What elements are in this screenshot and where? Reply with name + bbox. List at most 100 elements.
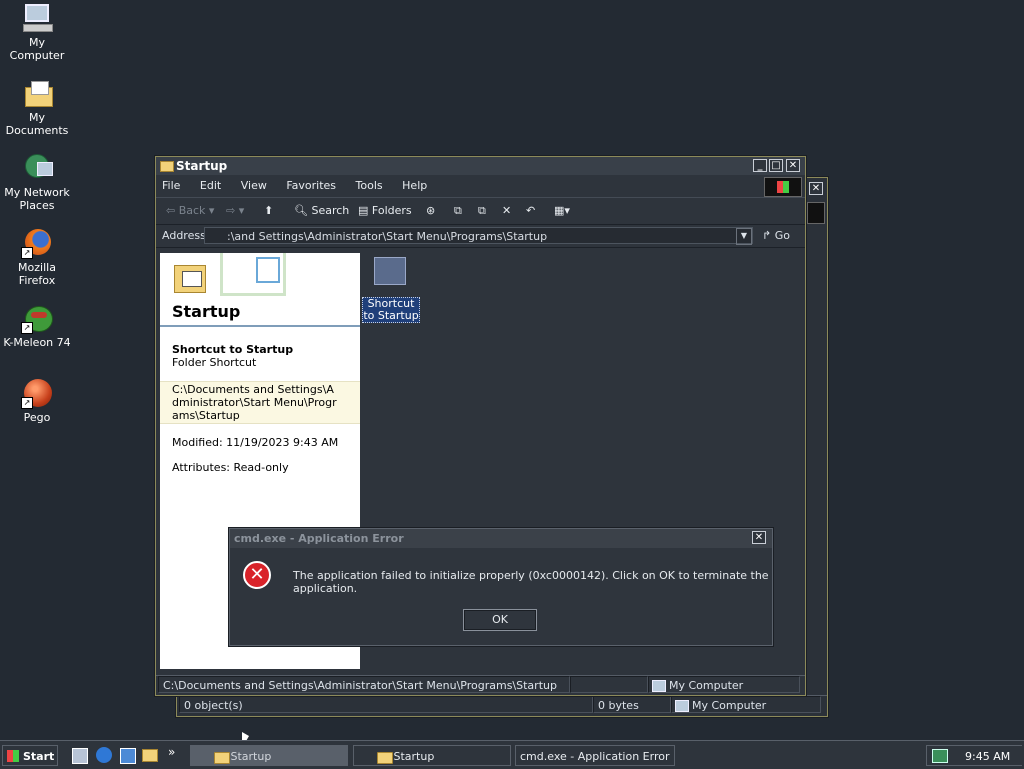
close-icon[interactable]: ✕: [809, 182, 823, 195]
desktop-icon-label: K-Meleon 74: [3, 336, 71, 349]
desktop-icon-label: My Documents: [5, 111, 69, 137]
network-globe-icon: [21, 152, 53, 184]
show-desktop-icon[interactable]: [72, 748, 88, 764]
task-label: Startup: [393, 750, 435, 763]
desktop-icon-label: My Computer: [9, 36, 65, 62]
status-empty: [570, 676, 648, 693]
error-message: The application failed to initialize pro…: [293, 569, 769, 595]
selected-item-modified: Modified: 11/19/2023 9:43 AM: [172, 436, 339, 449]
internet-explorer-icon[interactable]: [96, 747, 112, 763]
dialog-title: cmd.exe - Application Error: [234, 532, 404, 545]
status-bar: C:\Documents and Settings\Administrator\…: [156, 675, 805, 694]
desktop-icon-my-documents[interactable]: My Documents: [0, 77, 74, 137]
system-tray: 9:45 AM: [926, 745, 1022, 766]
maximize-button[interactable]: □: [769, 159, 783, 172]
taskbar-button-startup-active[interactable]: Startup: [190, 745, 348, 766]
windows-logo-icon: [807, 202, 825, 224]
folder-icon: [214, 752, 230, 764]
taskbar-button-cmd-error[interactable]: cmd.exe - Application Error: [515, 745, 675, 766]
chevron-more-icon[interactable]: »: [168, 745, 175, 759]
menu-help[interactable]: Help: [402, 175, 427, 197]
folders-button[interactable]: ▤ Folders: [358, 198, 412, 224]
computer-icon: [675, 700, 689, 712]
search-icon: 🔍︎: [294, 204, 308, 217]
toolbar: ⇦ Back ▾ ⇨ ▾ ⬆ 🔍︎ Search ▤ Folders ⊛ ⧉ ⧉…: [156, 197, 805, 225]
desktop-icon-firefox[interactable]: ↗ Mozilla Firefox: [0, 227, 74, 287]
menu-favorites[interactable]: Favorites: [286, 175, 336, 197]
menu-view[interactable]: View: [241, 175, 267, 197]
folders-icon: ▤: [358, 204, 369, 217]
delete-icon[interactable]: ✕: [502, 198, 511, 224]
explorer-title-bar[interactable]: Startup _ □ ✕: [156, 157, 805, 175]
file-item-label: Shortcut to Startup: [362, 297, 420, 323]
address-input[interactable]: :\and Settings\Administrator\Start Menu\…: [204, 227, 753, 244]
menu-edit[interactable]: Edit: [200, 175, 221, 197]
desktop-icon-label: Pego: [23, 411, 51, 424]
status-zone: My Computer: [671, 696, 821, 713]
desktop-icon-k-meleon[interactable]: ↗ K-Meleon 74: [0, 302, 74, 349]
forward-button[interactable]: ⇨ ▾: [226, 198, 244, 224]
pego-icon: ↗: [21, 377, 53, 409]
minimize-button[interactable]: _: [753, 159, 767, 172]
back-button[interactable]: ⇦ Back ▾: [166, 198, 214, 224]
selected-item-attributes: Attributes: Read-only: [172, 461, 289, 474]
start-button[interactable]: Start: [2, 745, 58, 766]
search-button[interactable]: 🔍︎ Search: [294, 198, 349, 224]
taskbar: Start » Startup Startup cmd.exe - Applic…: [0, 740, 1024, 769]
status-zone-label: My Computer: [692, 699, 767, 712]
computer-icon: [652, 680, 666, 692]
folder-icon: [377, 752, 393, 764]
chevron-down-icon[interactable]: ▼: [736, 228, 752, 245]
firefox-icon: ↗: [21, 227, 53, 259]
undo-icon[interactable]: ↶: [526, 198, 535, 224]
outlook-express-icon[interactable]: [120, 748, 136, 764]
desktop-icon-my-computer[interactable]: My Computer: [0, 2, 74, 62]
folder-shortcut-icon: [374, 257, 406, 285]
menu-file[interactable]: File: [162, 175, 180, 197]
address-bar: Address :\and Settings\Administrator\Sta…: [156, 225, 805, 248]
window-title: Startup: [176, 159, 228, 173]
move-to-icon[interactable]: ⧉: [454, 198, 462, 224]
dialog-title-bar[interactable]: cmd.exe - Application Error ✕: [230, 529, 772, 548]
desktop-icon-pego[interactable]: ↗ Pego: [0, 377, 74, 424]
ok-button[interactable]: OK: [463, 609, 537, 631]
documents-folder-icon: [21, 77, 53, 109]
clock[interactable]: 9:45 AM: [965, 746, 1010, 767]
history-icon[interactable]: ⊛: [426, 198, 435, 224]
windows-flag-icon: [7, 750, 19, 762]
windows-logo-icon: [764, 177, 802, 197]
shortcut-arrow-icon: ↗: [21, 397, 33, 409]
k-meleon-icon: ↗: [21, 302, 53, 334]
desktop-icon-label: Mozilla Firefox: [18, 261, 56, 287]
menu-tools[interactable]: Tools: [356, 175, 383, 197]
selected-item-type: Folder Shortcut: [172, 356, 257, 369]
desktop-icon-label: My Network Places: [4, 186, 70, 212]
address-label: Address: [162, 229, 206, 242]
task-label: Startup: [230, 750, 272, 763]
status-bytes: 0 bytes: [593, 696, 671, 713]
quick-launch: »: [66, 745, 184, 765]
go-button[interactable]: ↱ Go: [762, 225, 790, 247]
close-button[interactable]: ✕: [786, 159, 800, 172]
shortcut-arrow-icon: ↗: [21, 322, 33, 334]
network-tray-icon[interactable]: [932, 749, 948, 763]
error-dialog[interactable]: cmd.exe - Application Error ✕ ✕ The appl…: [229, 528, 773, 646]
explorer-icon[interactable]: [142, 749, 158, 762]
start-label: Start: [23, 750, 55, 763]
menu-bar: File Edit View Favorites Tools Help: [156, 175, 805, 197]
task-label: cmd.exe - Application Error: [520, 750, 670, 763]
taskbar-button-startup[interactable]: Startup: [353, 745, 511, 766]
selected-item-name: Shortcut to Startup: [172, 343, 294, 356]
dialog-close-button[interactable]: ✕: [752, 531, 766, 544]
folder-icon: [160, 161, 174, 172]
desktop-icon-network-places[interactable]: My Network Places: [0, 152, 74, 212]
shortcut-arrow-icon: ↗: [21, 247, 33, 259]
computer-icon: [21, 2, 53, 34]
views-icon[interactable]: ▦▾: [554, 198, 570, 224]
error-icon: ✕: [243, 561, 271, 589]
go-arrow-icon: ↱: [762, 229, 772, 242]
up-folder-icon[interactable]: ⬆: [264, 198, 273, 224]
panel-title: Startup: [172, 302, 241, 321]
status-objects: 0 object(s): [179, 696, 593, 713]
copy-to-icon[interactable]: ⧉: [478, 198, 486, 224]
